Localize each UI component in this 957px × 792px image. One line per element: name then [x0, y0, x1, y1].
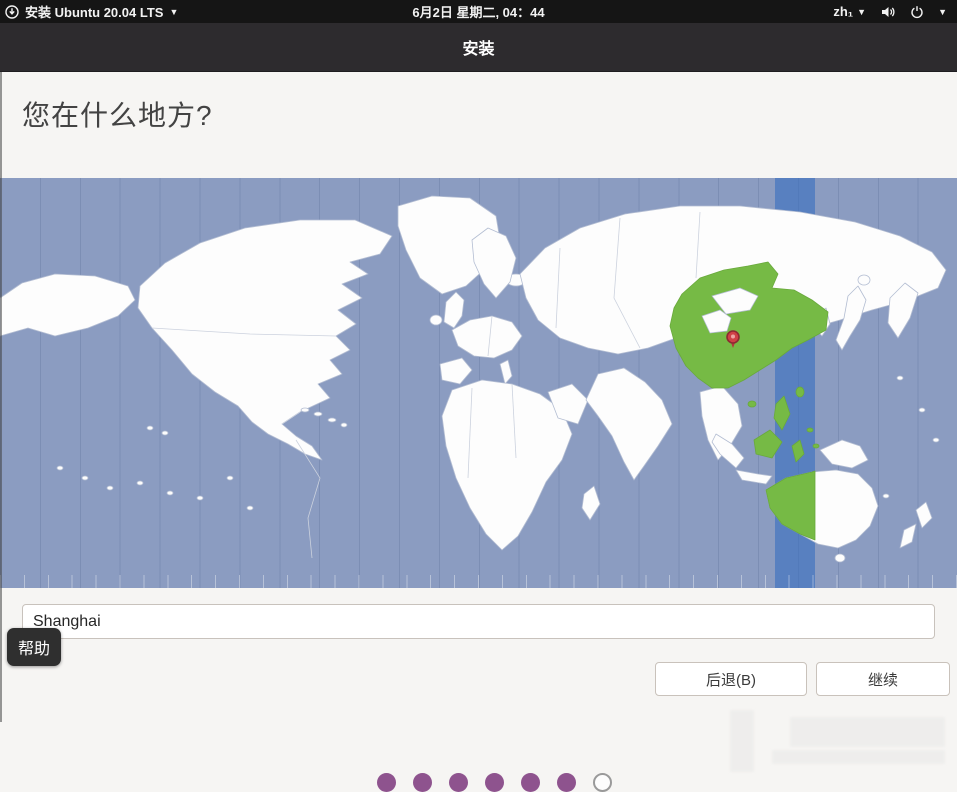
progress-dot-empty: [593, 773, 612, 792]
progress-dot-filled: [521, 773, 540, 792]
window-left-border: [0, 72, 2, 722]
page-title: 您在什么地方?: [22, 94, 213, 134]
progress-dots: [377, 773, 612, 792]
window-title: 安装: [462, 35, 494, 59]
progress-dot-filled: [413, 773, 432, 792]
back-button[interactable]: 后退(B): [655, 662, 807, 696]
window-title-bar[interactable]: 安装: [0, 23, 957, 72]
installer-screen: 安装 Ubuntu 20.04 LTS ▼ 6月2日 星期二, 04：44 zh…: [0, 0, 957, 792]
world-map-svg: [0, 178, 957, 588]
help-tooltip-label: 帮助: [18, 641, 50, 658]
system-top-bar: 安装 Ubuntu 20.04 LTS ▼ 6月2日 星期二, 04：44 zh…: [0, 0, 957, 23]
help-tooltip[interactable]: 帮助: [7, 628, 61, 666]
app-menu-label: 安装 Ubuntu 20.04 LTS: [25, 2, 163, 21]
chevron-down-icon: ▼: [857, 8, 866, 17]
progress-dot-filled: [485, 773, 504, 792]
progress-dot-filled: [557, 773, 576, 792]
continue-button[interactable]: 继续: [816, 662, 950, 696]
power-icon[interactable]: [910, 5, 924, 19]
system-indicators: zh₁ ▼ ▼: [833, 4, 957, 19]
timezone-city-input[interactable]: [22, 604, 935, 639]
timezone-map[interactable]: [0, 178, 957, 588]
chevron-down-icon[interactable]: ▼: [938, 8, 947, 17]
progress-dot-filled: [377, 773, 396, 792]
progress-dot-filled: [449, 773, 468, 792]
watermark: [700, 705, 945, 775]
app-indicator-menu[interactable]: 安装 Ubuntu 20.04 LTS ▼: [0, 2, 178, 21]
input-method-indicator[interactable]: zh₁ ▼: [833, 4, 866, 19]
install-download-icon: [5, 5, 19, 19]
chevron-down-icon: ▼: [169, 8, 178, 17]
volume-icon[interactable]: [880, 5, 896, 19]
